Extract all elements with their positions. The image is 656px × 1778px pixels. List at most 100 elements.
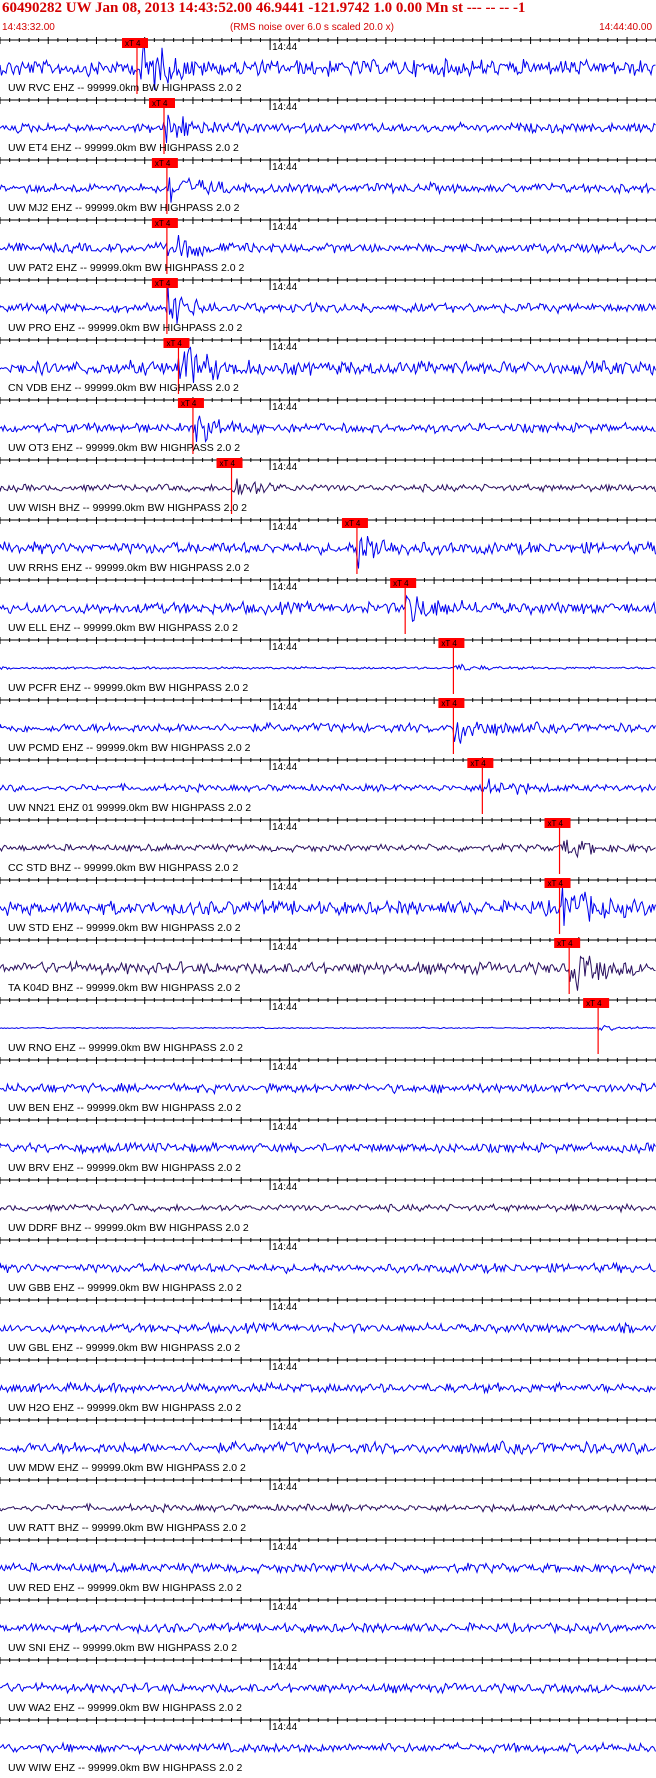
minute-label: 14:44 bbox=[272, 402, 297, 413]
waveform bbox=[0, 478, 656, 496]
minute-label: 14:44 bbox=[272, 1602, 297, 1613]
trace-row: 14:44 xT 4 CC STD BHZ -- 99999.0km BW HIGH… bbox=[0, 817, 656, 874]
trace-row: 14:44 xT 4 UW ET4 EHZ -- 99999.0km BW HIGH… bbox=[0, 97, 656, 154]
waveform bbox=[0, 1081, 656, 1096]
trace-row: 14:44 xT 4 UW RVC EHZ -- 99999.0km BW HIGH… bbox=[0, 37, 656, 94]
minute-label: 14:44 bbox=[272, 1062, 297, 1073]
trace-row: 14:44 UW H2O EHZ -- 99999.0km BW HIGHPASS… bbox=[0, 1357, 656, 1414]
trace-label: UW GBB EHZ -- 99999.0km BW HIGHPASS 2.0 … bbox=[8, 1282, 242, 1294]
trace-label: UW RATT BHZ -- 99999.0km BW HIGHPASS 2.0… bbox=[8, 1522, 246, 1534]
minute-label: 14:44 bbox=[272, 1662, 297, 1673]
trace-label: UW WA2 EHZ -- 99999.0km BW HIGHPASS 2.0 … bbox=[8, 1702, 242, 1714]
waveform bbox=[0, 415, 656, 443]
minute-label: 14:44 bbox=[272, 1422, 297, 1433]
minute-label: 14:44 bbox=[272, 1362, 297, 1373]
minute-label: 14:44 bbox=[272, 1122, 297, 1133]
trace-label: UW WISH BHZ -- 99999.0km BW HIGHPASS 2.0… bbox=[8, 502, 247, 514]
waveform bbox=[0, 1440, 656, 1456]
pick-label: xT 4 bbox=[181, 399, 197, 408]
waveform bbox=[0, 1561, 656, 1575]
minute-label: 14:44 bbox=[272, 282, 297, 293]
trace-row: 14:44 UW DDRF BHZ -- 99999.0km BW HIGHPAS… bbox=[0, 1177, 656, 1234]
trace-label: UW SNI EHZ -- 99999.0km BW HIGHPASS 2.0 … bbox=[8, 1642, 237, 1654]
waveform bbox=[0, 235, 656, 258]
pick-label: xT 4 bbox=[548, 819, 564, 828]
trace-label: UW PCMD EHZ -- 99999.0km BW HIGHPASS 2.0… bbox=[8, 742, 251, 754]
pick-label: xT 4 bbox=[220, 459, 236, 468]
waveform bbox=[0, 1741, 656, 1755]
trace-label: UW WIW EHZ -- 99999.0km BW HIGHPASS 2.0 … bbox=[8, 1762, 243, 1774]
minute-label: 14:44 bbox=[272, 822, 297, 833]
pick-label: xT 4 bbox=[125, 39, 141, 48]
trace-label: TA K04D BHZ -- 99999.0km BW HIGHPASS 2.0… bbox=[8, 982, 241, 994]
minute-label: 14:44 bbox=[272, 522, 297, 533]
trace-row: 14:44 UW RATT BHZ -- 99999.0km BW HIGHPAS… bbox=[0, 1477, 656, 1534]
trace-label: UW BEN EHZ -- 99999.0km BW HIGHPASS 2.0 … bbox=[8, 1102, 241, 1114]
trace-label: CC STD BHZ -- 99999.0km BW HIGHPASS 2.0 … bbox=[8, 862, 238, 874]
trace-label: UW ET4 EHZ -- 99999.0km BW HIGHPASS 2.0 … bbox=[8, 142, 239, 154]
trace-row: 14:44 xT 4 UW RNO EHZ -- 99999.0km BW HIGH… bbox=[0, 997, 656, 1054]
minute-label: 14:44 bbox=[272, 1542, 297, 1553]
trace-label: UW PCFR EHZ -- 99999.0km BW HIGHPASS 2.0… bbox=[8, 682, 248, 694]
trace-label: UW RRHS EHZ -- 99999.0km BW HIGHPASS 2.0… bbox=[8, 562, 250, 574]
minute-label: 14:44 bbox=[272, 102, 297, 113]
trace-label: UW H2O EHZ -- 99999.0km BW HIGHPASS 2.0 … bbox=[8, 1402, 241, 1414]
minute-label: 14:44 bbox=[272, 222, 297, 233]
trace-label: UW RNO EHZ -- 99999.0km BW HIGHPASS 2.0 … bbox=[8, 1042, 243, 1054]
pick-label: xT 4 bbox=[166, 339, 182, 348]
end-time: 14:44:40.00 bbox=[599, 22, 652, 33]
trace-row: 14:44 UW WA2 EHZ -- 99999.0km BW HIGHPASS… bbox=[0, 1657, 656, 1714]
waveform bbox=[0, 721, 656, 744]
trace-row: 14:44 UW WIW EHZ -- 99999.0km BW HIGHPASS… bbox=[0, 1717, 656, 1774]
trace-row: 14:44 UW SNI EHZ -- 99999.0km BW HIGHPASS… bbox=[0, 1597, 656, 1654]
trace-label: UW ELL EHZ -- 99999.0km BW HIGHPASS 2.0 … bbox=[8, 622, 238, 634]
trace-row: 14:44 UW BRV EHZ -- 99999.0km BW HIGHPASS… bbox=[0, 1117, 656, 1174]
pick-label: xT 4 bbox=[155, 159, 171, 168]
minute-label: 14:44 bbox=[272, 942, 297, 953]
trace-row: 14:44 xT 4 UW OT3 EHZ -- 99999.0km BW HIGH… bbox=[0, 397, 656, 454]
waveform bbox=[0, 1261, 656, 1275]
pick-label: xT 4 bbox=[155, 279, 171, 288]
minute-label: 14:44 bbox=[272, 342, 297, 353]
waveform bbox=[0, 1502, 656, 1514]
pick-label: xT 4 bbox=[393, 579, 409, 588]
waveform bbox=[0, 1681, 656, 1695]
pick-label: xT 4 bbox=[152, 99, 168, 108]
minute-label: 14:44 bbox=[272, 462, 297, 473]
pick-label: xT 4 bbox=[441, 699, 457, 708]
trace-row: 14:44 UW GBB EHZ -- 99999.0km BW HIGHPASS… bbox=[0, 1237, 656, 1294]
waveform bbox=[0, 1321, 656, 1335]
trace-label: UW MDW EHZ -- 99999.0km BW HIGHPASS 2.0 … bbox=[8, 1462, 246, 1474]
pick-label: xT 4 bbox=[548, 879, 564, 888]
pick-label: xT 4 bbox=[345, 519, 361, 528]
minute-label: 14:44 bbox=[272, 1482, 297, 1493]
minute-label: 14:44 bbox=[272, 1182, 297, 1193]
waveform bbox=[0, 114, 656, 144]
waveform bbox=[0, 287, 656, 324]
trace-label: UW OT3 EHZ -- 99999.0km BW HIGHPASS 2.0 … bbox=[8, 442, 240, 454]
trace-row: 14:44 xT 4 UW MJ2 EHZ -- 99999.0km BW HIGH… bbox=[0, 157, 656, 214]
waveform bbox=[0, 1381, 656, 1395]
trace-row: 14:44 UW MDW EHZ -- 99999.0km BW HIGHPASS… bbox=[0, 1417, 656, 1474]
trace-row: 14:44 xT 4 UW PCFR EHZ -- 99999.0km BW HIG… bbox=[0, 637, 656, 694]
minute-label: 14:44 bbox=[272, 1002, 297, 1013]
plot-header: 60490282 UW Jan 08, 2013 14:43:52.00 46.… bbox=[0, 0, 656, 36]
trace-label: UW STD EHZ -- 99999.0km BW HIGHPASS 2.0 … bbox=[8, 922, 241, 934]
waveform bbox=[0, 778, 656, 796]
waveform bbox=[0, 886, 656, 926]
event-title: 60490282 UW Jan 08, 2013 14:43:52.00 46.… bbox=[2, 0, 526, 16]
waveform bbox=[0, 839, 656, 859]
pick-label: xT 4 bbox=[155, 219, 171, 228]
waveform bbox=[0, 1141, 656, 1156]
pick-label: xT 4 bbox=[557, 939, 573, 948]
trace-row: 14:44 xT 4 UW RRHS EHZ -- 99999.0km BW HIG… bbox=[0, 517, 656, 574]
minute-label: 14:44 bbox=[272, 1302, 297, 1313]
trace-row: 14:44 xT 4 UW STD EHZ -- 99999.0km BW HIGH… bbox=[0, 877, 656, 934]
waveform bbox=[0, 176, 656, 203]
waveform bbox=[0, 346, 656, 383]
minute-label: 14:44 bbox=[272, 702, 297, 713]
trace-row: 14:44 xT 4 UW PRO EHZ -- 99999.0km BW HIGH… bbox=[0, 277, 656, 334]
seismogram-plot: 14:44 xT 4 UW RVC EHZ -- 99999.0km BW HIGH… bbox=[0, 37, 656, 1774]
trace-label: UW RVC EHZ -- 99999.0km BW HIGHPASS 2.0 … bbox=[8, 82, 242, 94]
rms-noise-note: (RMS noise over 6.0 s scaled 20.0 x) bbox=[230, 22, 394, 33]
